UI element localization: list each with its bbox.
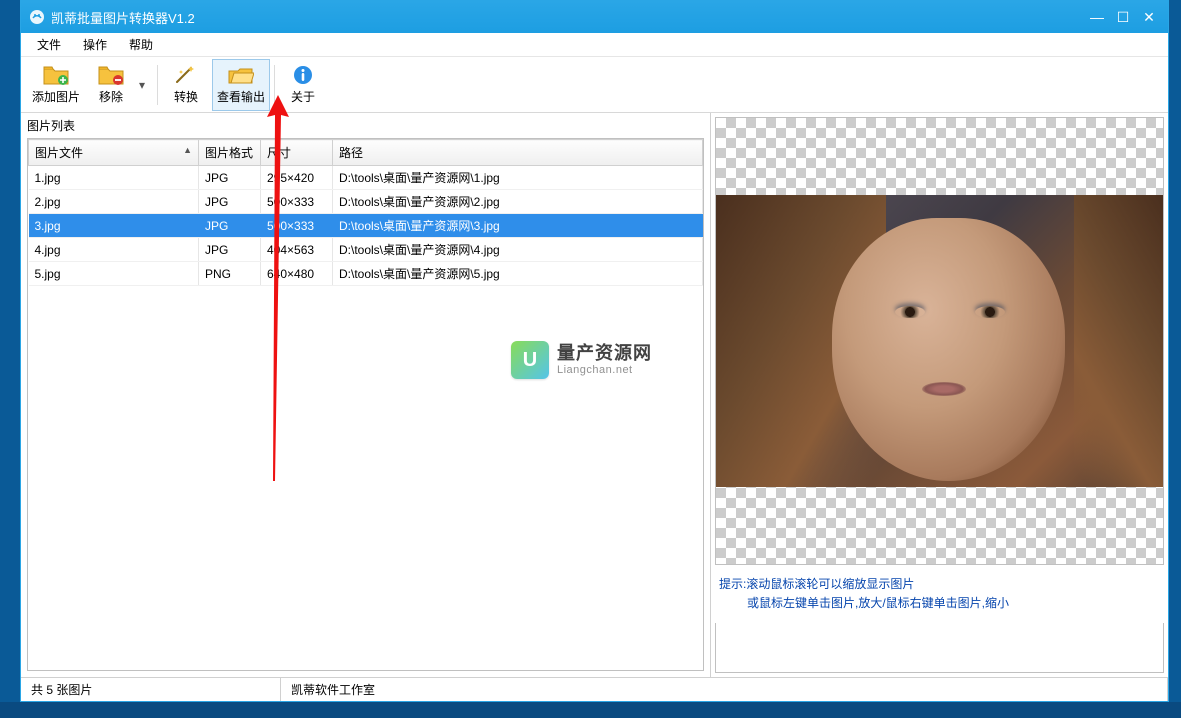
tip-line-1: 提示:滚动鼠标滚轮可以缩放显示图片 [719,575,1160,594]
wand-icon [173,64,199,86]
col-file-label: 图片文件 [35,146,83,160]
list-caption: 图片列表 [21,113,710,138]
folder-add-icon [43,64,69,86]
app-window: 凯蒂批量图片转换器V1.2 — ☐ ✕ 文件 操作 帮助 添加图片 移除 ▾ 转… [20,0,1169,702]
cell-size: 404×563 [261,238,333,262]
preview-box[interactable] [715,117,1164,565]
right-lower-panel [715,623,1164,673]
cell-path: D:\tools\桌面\量产资源网\2.jpg [333,190,703,214]
cell-size: 295×420 [261,166,333,190]
toolbar-separator-2 [274,65,275,105]
cell-path: D:\tools\桌面\量产资源网\1.jpg [333,166,703,190]
status-studio: 凯蒂软件工作室 [281,678,1168,701]
remove-dropdown[interactable]: ▾ [135,59,149,111]
table-row[interactable]: 4.jpgJPG404×563D:\tools\桌面\量产资源网\4.jpg [29,238,703,262]
preview-eye-left [895,306,925,318]
col-format[interactable]: 图片格式 [199,140,261,166]
preview-image[interactable] [716,195,1163,487]
image-table: 图片文件▲ 图片格式 尺寸 路径 1.jpgJPG295×420D:\tools… [28,139,703,286]
toolbar-separator [157,65,158,105]
app-icon [29,9,45,25]
cell-format: JPG [199,190,261,214]
col-size[interactable]: 尺寸 [261,140,333,166]
minimize-button[interactable]: — [1086,7,1108,27]
window-controls: — ☐ ✕ [1086,7,1160,27]
cell-path: D:\tools\桌面\量产资源网\5.jpg [333,262,703,286]
menu-file[interactable]: 文件 [27,33,71,56]
maximize-button[interactable]: ☐ [1112,7,1134,27]
preview-eye-right [975,306,1005,318]
toolbar: 添加图片 移除 ▾ 转换 查看输出 关于 [21,57,1168,113]
close-button[interactable]: ✕ [1138,7,1160,27]
tip-line-2: 或鼠标左键单击图片,放大/鼠标右键单击图片,缩小 [719,594,1160,613]
table-row[interactable]: 3.jpgJPG500×333D:\tools\桌面\量产资源网\3.jpg [29,214,703,238]
menu-help[interactable]: 帮助 [119,33,163,56]
tips-text: 提示:滚动鼠标滚轮可以缩放显示图片 或鼠标左键单击图片,放大/鼠标右键单击图片,… [715,565,1164,623]
left-pane: 图片列表 图片文件▲ 图片格式 尺寸 路径 1.jpgJPG295×420D:\… [21,113,711,677]
table-row[interactable]: 2.jpgJPG500×333D:\tools\桌面\量产资源网\2.jpg [29,190,703,214]
menu-operate[interactable]: 操作 [73,33,117,56]
folder-remove-icon [98,64,124,86]
cell-format: JPG [199,238,261,262]
cell-file: 5.jpg [29,262,199,286]
remove-label: 移除 [99,88,123,105]
col-path[interactable]: 路径 [333,140,703,166]
preview-lips [922,382,966,396]
cell-format: JPG [199,214,261,238]
add-image-label: 添加图片 [32,88,80,105]
right-pane: 提示:滚动鼠标滚轮可以缩放显示图片 或鼠标左键单击图片,放大/鼠标右键单击图片,… [711,113,1168,677]
desktop-background-left [0,0,20,718]
cell-format: JPG [199,166,261,190]
cell-format: PNG [199,262,261,286]
cell-size: 500×333 [261,190,333,214]
convert-button[interactable]: 转换 [162,59,210,111]
preview-face [832,218,1064,481]
cell-file: 4.jpg [29,238,199,262]
view-output-button[interactable]: 查看输出 [212,59,270,111]
about-label: 关于 [291,88,315,105]
remove-button[interactable]: 移除 [87,59,135,111]
image-table-container: 图片文件▲ 图片格式 尺寸 路径 1.jpgJPG295×420D:\tools… [27,138,704,671]
statusbar: 共 5 张图片 凯蒂软件工作室 [21,677,1168,701]
table-row[interactable]: 1.jpgJPG295×420D:\tools\桌面\量产资源网\1.jpg [29,166,703,190]
preview-hair-right [1074,195,1163,487]
info-icon [290,64,316,86]
desktop-background-bottom [0,702,1181,718]
cell-file: 2.jpg [29,190,199,214]
window-title: 凯蒂批量图片转换器V1.2 [51,8,1086,27]
about-button[interactable]: 关于 [279,59,327,111]
add-image-button[interactable]: 添加图片 [27,59,85,111]
sort-asc-icon: ▲ [183,145,192,155]
status-count: 共 5 张图片 [21,678,281,701]
folder-open-icon [228,64,254,86]
cell-file: 3.jpg [29,214,199,238]
view-output-label: 查看输出 [217,88,265,105]
cell-size: 500×333 [261,214,333,238]
titlebar[interactable]: 凯蒂批量图片转换器V1.2 — ☐ ✕ [21,1,1168,33]
convert-label: 转换 [174,88,198,105]
desktop-background-right [1169,0,1181,718]
content-area: 图片列表 图片文件▲ 图片格式 尺寸 路径 1.jpgJPG295×420D:\… [21,113,1168,677]
cell-path: D:\tools\桌面\量产资源网\4.jpg [333,238,703,262]
menubar: 文件 操作 帮助 [21,33,1168,57]
cell-path: D:\tools\桌面\量产资源网\3.jpg [333,214,703,238]
col-file[interactable]: 图片文件 ▲ [29,140,199,166]
cell-size: 640×480 [261,262,333,286]
table-row[interactable]: 5.jpgPNG640×480D:\tools\桌面\量产资源网\5.jpg [29,262,703,286]
cell-file: 1.jpg [29,166,199,190]
